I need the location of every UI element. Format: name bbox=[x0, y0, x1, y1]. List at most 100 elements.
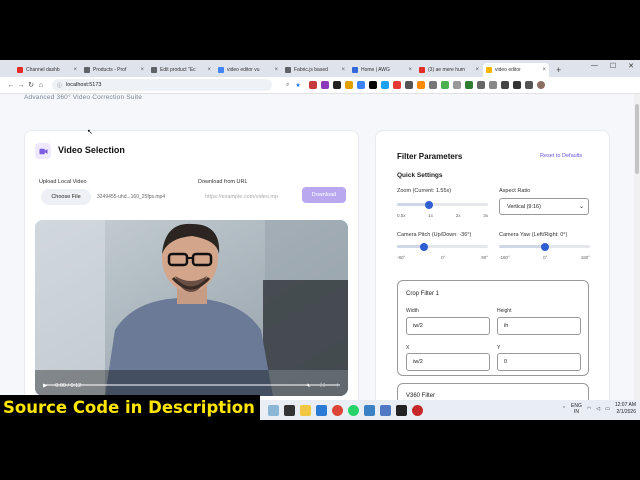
browser-tab[interactable]: video editor vu × bbox=[215, 63, 281, 77]
video-player[interactable]: ▶ 0:00 / 0:12 🔇︎ ⛶ ⋮ bbox=[35, 220, 348, 396]
slider-tick-label: 0° bbox=[543, 255, 548, 260]
slider-thumb[interactable] bbox=[424, 200, 433, 209]
extension-icon[interactable] bbox=[488, 81, 497, 89]
browser-tab[interactable]: Products - Prof × bbox=[81, 63, 147, 77]
yaw-ticks: -180° 0° 180° bbox=[499, 255, 590, 260]
whatsapp-icon[interactable] bbox=[348, 404, 359, 416]
close-tab-icon[interactable]: × bbox=[73, 67, 77, 73]
volume-icon[interactable]: ◁ bbox=[596, 406, 600, 412]
more-options-icon[interactable]: ⋮ bbox=[335, 383, 341, 389]
slider-thumb[interactable] bbox=[420, 242, 429, 251]
new-tab-button[interactable]: + bbox=[556, 63, 561, 77]
v360-filter-title: V360 Filter bbox=[406, 393, 436, 399]
extension-icon[interactable] bbox=[368, 81, 377, 89]
browser-icon[interactable] bbox=[364, 404, 375, 416]
tab-favicon-icon bbox=[151, 67, 157, 73]
download-button[interactable]: Download bbox=[302, 187, 346, 203]
terminal-icon[interactable] bbox=[396, 404, 407, 416]
extension-icon[interactable] bbox=[404, 81, 413, 89]
browser-tab[interactable]: Fabric.js based × bbox=[282, 63, 348, 77]
reload-icon[interactable]: ↻ bbox=[26, 81, 36, 89]
fullscreen-icon[interactable]: ⛶ bbox=[321, 383, 325, 390]
video-frame bbox=[35, 220, 348, 396]
extension-icon[interactable] bbox=[332, 81, 341, 89]
zoom-slider[interactable] bbox=[397, 200, 488, 209]
close-tab-icon[interactable]: × bbox=[341, 67, 345, 73]
browser-tab[interactable]: Edit product "Ec × bbox=[148, 63, 214, 77]
zoom-icon[interactable]: ⌕ bbox=[286, 82, 289, 89]
extension-icon[interactable] bbox=[500, 81, 509, 89]
language-indicator[interactable]: ENG IN bbox=[571, 403, 582, 415]
close-tab-icon[interactable]: × bbox=[408, 67, 412, 73]
play-icon[interactable]: ▶ bbox=[43, 383, 47, 389]
extension-icon[interactable] bbox=[320, 81, 329, 89]
maximize-icon[interactable]: ☐ bbox=[610, 62, 616, 70]
extension-icon[interactable] bbox=[416, 81, 425, 89]
site-info-icon[interactable]: ⓘ bbox=[57, 82, 62, 89]
tab-label: video editor bbox=[495, 67, 521, 73]
slider-tick-label: 0° bbox=[441, 255, 446, 260]
close-tab-icon[interactable]: × bbox=[207, 67, 211, 73]
scrollbar-thumb[interactable] bbox=[635, 104, 639, 174]
yaw-slider[interactable] bbox=[499, 242, 590, 251]
extension-icon[interactable] bbox=[344, 81, 353, 89]
window-controls: — ☐ ✕ bbox=[591, 62, 634, 70]
extension-icon[interactable] bbox=[464, 81, 473, 89]
browser-tab[interactable]: (3) ae mere hum × bbox=[416, 63, 482, 77]
source-code-banner: Source Code in Description bbox=[0, 395, 260, 420]
extension-icon[interactable] bbox=[452, 81, 461, 89]
wifi-icon[interactable]: ◠ bbox=[587, 406, 591, 412]
extension-icon[interactable] bbox=[476, 81, 485, 89]
close-tab-icon[interactable]: × bbox=[274, 67, 278, 73]
chrome-icon[interactable] bbox=[332, 404, 343, 416]
extension-icon[interactable] bbox=[440, 81, 449, 89]
address-url: localhost:5173 bbox=[66, 82, 102, 88]
browser-tab[interactable]: Home | AWG × bbox=[349, 63, 415, 77]
address-bar[interactable]: ⓘ localhost:5173 bbox=[52, 79, 272, 91]
app-page: Advanced 360° Video Correction Suite Vid… bbox=[0, 94, 640, 420]
app-icon[interactable] bbox=[412, 404, 423, 416]
pitch-slider[interactable] bbox=[397, 242, 488, 251]
width-input[interactable]: iw/2 bbox=[406, 317, 490, 335]
bookmark-star-icon[interactable]: ★ bbox=[295, 82, 300, 89]
reset-defaults-button[interactable]: Reset to Defaults bbox=[540, 153, 582, 159]
close-tab-icon[interactable]: × bbox=[475, 67, 479, 73]
mute-icon[interactable]: 🔇︎ bbox=[307, 383, 310, 390]
extension-icon[interactable] bbox=[380, 81, 389, 89]
browser-toolbar: ← → ↻ ⌂ ⓘ localhost:5173 ⌕ ★ bbox=[0, 77, 640, 94]
forward-icon[interactable]: → bbox=[16, 82, 26, 89]
page-scrollbar[interactable] bbox=[634, 94, 640, 420]
close-tab-icon[interactable]: × bbox=[542, 67, 546, 73]
tab-label: Edit product "Ec bbox=[160, 67, 196, 73]
close-window-icon[interactable]: ✕ bbox=[628, 62, 634, 70]
extension-icon[interactable] bbox=[428, 81, 437, 89]
chevron-up-icon[interactable]: ⌃ bbox=[562, 406, 566, 412]
height-input[interactable]: ih bbox=[497, 317, 581, 335]
home-icon[interactable]: ⌂ bbox=[36, 82, 46, 89]
widgets-icon[interactable] bbox=[268, 404, 279, 416]
clock[interactable]: 12:07 AM 2/1/2026 bbox=[615, 402, 636, 416]
profile-avatar[interactable] bbox=[536, 81, 545, 89]
minimize-icon[interactable]: — bbox=[591, 62, 598, 70]
download-icon[interactable] bbox=[524, 81, 533, 89]
back-icon[interactable]: ← bbox=[6, 82, 16, 89]
y-input[interactable]: 0 bbox=[497, 353, 581, 371]
battery-icon[interactable]: ▭ bbox=[605, 406, 610, 412]
extension-icon[interactable] bbox=[308, 81, 317, 89]
x-input[interactable]: iw/2 bbox=[406, 353, 490, 371]
aspect-ratio-select[interactable]: Vertical (9:16) ⌄ bbox=[499, 198, 589, 215]
slider-thumb[interactable] bbox=[540, 242, 549, 251]
vscode-icon[interactable] bbox=[316, 404, 327, 416]
extension-icon[interactable] bbox=[392, 81, 401, 89]
browser-tab[interactable]: video editor × bbox=[483, 63, 549, 77]
browser-tab[interactable]: Channel dashb × bbox=[14, 63, 80, 77]
file-explorer-icon[interactable] bbox=[300, 404, 311, 416]
app-icon[interactable] bbox=[380, 404, 391, 416]
choose-file-button[interactable]: Choose File bbox=[41, 189, 91, 205]
task-view-icon[interactable] bbox=[284, 404, 295, 416]
extension-icon[interactable] bbox=[512, 81, 521, 89]
url-input[interactable]: https://example.com/video.mp bbox=[197, 189, 297, 205]
tab-favicon-icon bbox=[419, 67, 425, 73]
close-tab-icon[interactable]: × bbox=[140, 67, 144, 73]
extension-icon[interactable] bbox=[356, 81, 365, 89]
